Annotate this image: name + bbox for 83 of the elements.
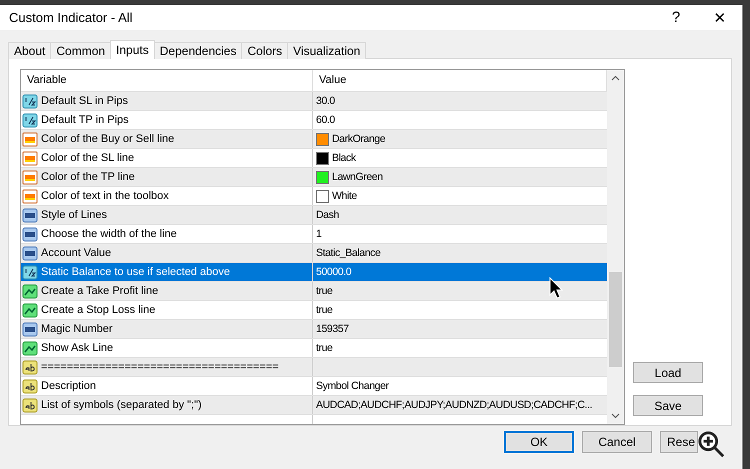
color-icon (22, 132, 38, 146)
number-icon (22, 246, 38, 260)
variable-name: Default TP in Pips (41, 114, 129, 126)
tab[interactable]: About (8, 42, 52, 59)
table-row[interactable]: ===================================== (21, 358, 607, 377)
color-icon (22, 150, 38, 166)
value-text: Static_Balance (316, 247, 380, 259)
text-icon (22, 360, 38, 374)
variable-name: Show Ask Line (41, 342, 114, 354)
variable-name: Color of text in the toolbox (41, 190, 169, 202)
table-row[interactable]: Color of the Buy or Sell line DarkOrange (21, 130, 607, 149)
tab[interactable]: Visualization (287, 42, 366, 59)
value-text: 60.0 (316, 114, 335, 126)
fraction-icon (22, 94, 38, 108)
mouse-cursor-icon (549, 277, 563, 299)
table-row[interactable]: Color of the SL line Black (21, 149, 607, 168)
table-row[interactable]: Choose the width of the line 1 (21, 225, 607, 244)
table-row[interactable]: Static Balance to use if selected above 50000.0 (21, 263, 607, 282)
value-text: LawnGreen (332, 171, 383, 183)
table-row[interactable]: Style of Lines Dash (21, 206, 607, 225)
value-text: 1 (316, 228, 322, 240)
variable-name: Default SL in Pips (41, 95, 128, 107)
variable-name: Static Balance to use if selected above (41, 266, 230, 278)
dialog-button[interactable]: Rese (660, 431, 698, 453)
variable-name: Style of Lines (41, 209, 108, 221)
line-chart-icon (22, 302, 38, 318)
value-text: 30.0 (316, 95, 335, 107)
text-icon (22, 378, 38, 394)
variable-name: Magic Number (41, 323, 113, 335)
scrollbar-thumb[interactable] (609, 272, 622, 367)
tab[interactable]: Inputs (110, 40, 155, 59)
value-text: Dash (316, 209, 339, 221)
table-row[interactable]: Create a Stop Loss line true (21, 301, 607, 320)
variable-name: Description (41, 380, 96, 392)
table-row[interactable]: Show Ask Line true (21, 339, 607, 358)
value-text: 50000.0 (316, 266, 352, 278)
text-icon (22, 398, 38, 412)
variable-name: Create a Take Profit line (41, 285, 158, 297)
table-row[interactable]: Color of text in the toolbox White (21, 187, 607, 206)
value-text: Symbol Changer (316, 380, 389, 392)
line-chart-icon (22, 284, 38, 298)
number-icon (22, 322, 38, 336)
fraction-icon (22, 112, 38, 128)
zoom-in-icon (698, 431, 726, 459)
value-text: AUDCAD;AUDCHF;AUDJPY;AUDNZD;AUDUSD;CADCHF;C... (316, 399, 592, 411)
column-header[interactable]: Variable (21, 70, 313, 91)
dialog-button[interactable]: Cancel (582, 431, 652, 453)
table-row[interactable]: Account Value Static_Balance (21, 244, 607, 263)
value-text: DarkOrange (332, 133, 386, 145)
number-icon (22, 226, 38, 242)
variable-name: Color of the TP line (41, 171, 135, 183)
value-text: true (316, 342, 332, 354)
variable-name: Choose the width of the line (41, 228, 177, 240)
color-icon (22, 188, 38, 204)
number-icon (22, 208, 38, 222)
color-icon (22, 170, 38, 184)
value-text: White (332, 190, 357, 202)
fraction-icon (22, 264, 38, 280)
variable-name: Color of the SL line (41, 152, 134, 164)
line-chart-icon (22, 340, 38, 356)
table-row[interactable]: Default TP in Pips 60.0 (21, 111, 607, 130)
value-text: Black (332, 152, 356, 164)
table-row[interactable]: Magic Number 159357 (21, 320, 607, 339)
window-title: Custom Indicator - All (9, 10, 134, 25)
table-row[interactable]: Description Symbol Changer (21, 377, 607, 396)
table-row[interactable]: Default SL in Pips 30.0 (21, 92, 607, 111)
table-row[interactable]: Create a Take Profit line true (21, 282, 607, 301)
variable-name: List of symbols (separated by ";") (41, 399, 202, 411)
value-text: true (316, 285, 332, 297)
value-text: true (316, 304, 332, 316)
variable-name: Account Value (41, 247, 112, 259)
tab[interactable]: Dependencies (154, 42, 242, 59)
dialog-button[interactable]: OK (504, 431, 574, 453)
table-row[interactable]: List of symbols (separated by ";") AUDCAD;AUDCHF;AUDJPY;AUDNZD;AUDUSD;CADCHF;C... (21, 396, 607, 415)
table-row[interactable]: Color of the TP line LawnGreen (21, 168, 607, 187)
value-text: 159357 (316, 323, 349, 335)
variable-name: ===================================== (41, 361, 279, 373)
variable-name: Create a Stop Loss line (41, 304, 156, 316)
tab[interactable]: Common (50, 42, 112, 59)
side-button[interactable]: Load (633, 362, 703, 383)
side-button[interactable]: Save (633, 395, 703, 416)
tab[interactable]: Colors (241, 42, 288, 59)
variable-name: Color of the Buy or Sell line (41, 133, 174, 145)
